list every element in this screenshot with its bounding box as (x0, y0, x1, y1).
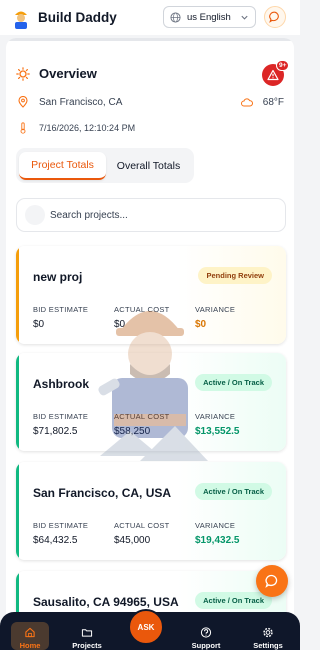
actual-cost: ACTUAL COST $0 (114, 305, 170, 330)
status-accent-bar (16, 462, 19, 560)
variance-label: VARIANCE (195, 521, 236, 530)
bid-estimate-label: BID ESTIMATE (33, 412, 89, 421)
variance-value: $19,432.5 (195, 535, 240, 546)
variance: VARIANCE $13,552.5 (195, 412, 240, 437)
status-accent-bar (16, 353, 19, 451)
overview-header: Overview (16, 66, 97, 81)
search-input[interactable] (50, 209, 285, 221)
project-card[interactable]: San Francisco, CA, USA Active / On Track… (16, 462, 286, 560)
variance-value: $13,552.5 (195, 426, 240, 437)
totals-tabs: Project Totals Overall Totals (16, 148, 194, 183)
actual-cost-value: $58,250 (114, 426, 151, 437)
globe-icon (170, 11, 181, 23)
cloud-icon (240, 97, 253, 106)
status-badge: Pending Review (198, 267, 272, 284)
warning-icon (267, 69, 279, 81)
nav-support-label: Support (191, 641, 221, 650)
bid-estimate: BID ESTIMATE $71,802.5 (33, 412, 88, 437)
nav-support[interactable]: Support (186, 612, 226, 650)
bid-estimate-label: BID ESTIMATE (33, 521, 89, 530)
project-name: new proj (33, 270, 83, 284)
nav-settings[interactable]: Settings (248, 612, 288, 650)
actual-cost-label: ACTUAL COST (114, 305, 170, 314)
main-panel: Overview 9+ San Francisco, CA 68°F 7/16/… (6, 38, 294, 650)
project-name: Ashbrook (33, 377, 90, 391)
overview-title: Overview (39, 66, 97, 81)
folder-icon (81, 629, 93, 637)
floating-chat-button[interactable] (256, 565, 288, 597)
nav-home[interactable]: Home (10, 612, 50, 650)
ask-button[interactable]: ASK (128, 609, 164, 645)
home-icon (25, 627, 35, 638)
gear-icon (263, 627, 273, 638)
actual-cost: ACTUAL COST $58,250 (114, 412, 170, 437)
project-name: Sausalito, CA 94965, USA (33, 595, 179, 609)
thermometer-icon (20, 122, 26, 134)
bid-estimate-label: BID ESTIMATE (33, 305, 89, 314)
bid-estimate: BID ESTIMATE $0 (33, 305, 88, 330)
actual-cost-value: $0 (114, 319, 126, 330)
datetime-row: 7/16/2026, 12:10:24 PM (20, 122, 135, 134)
bid-estimate-value: $0 (33, 319, 45, 330)
variance-label: VARIANCE (195, 412, 236, 421)
project-card[interactable]: Ashbrook Active / On Track BID ESTIMATE … (16, 353, 286, 451)
bid-estimate: BID ESTIMATE $64,432.5 (33, 521, 88, 546)
chevron-down-icon (241, 15, 248, 20)
variance: VARIANCE $19,432.5 (195, 521, 240, 546)
location-row: San Francisco, CA 68°F (18, 96, 284, 108)
variance: VARIANCE $0 (195, 305, 235, 330)
temperature: 68°F (262, 96, 284, 108)
search-icon (25, 205, 45, 225)
status-badge: Active / On Track (195, 592, 272, 609)
status-badge: Active / On Track (195, 374, 272, 391)
language-select[interactable]: us English (163, 6, 256, 28)
alert-count-badge: 9+ (276, 60, 290, 71)
project-card[interactable]: new proj Pending Review BID ESTIMATE $0 … (16, 246, 286, 344)
bid-estimate-value: $64,432.5 (33, 535, 78, 546)
status-badge: Active / On Track (195, 483, 272, 500)
bid-estimate-value: $71,802.5 (33, 426, 78, 437)
nav-home-label: Home (19, 641, 41, 650)
tab-overall-totals[interactable]: Overall Totals (106, 152, 191, 180)
variance-value: $0 (195, 319, 207, 330)
sun-icon (16, 66, 30, 81)
chat-bubble-icon (265, 574, 278, 588)
project-name: San Francisco, CA, USA (33, 486, 172, 500)
location-text: San Francisco, CA (39, 96, 123, 108)
tab-project-totals[interactable]: Project Totals (19, 151, 106, 180)
nav-settings-label: Settings (253, 641, 283, 650)
chat-button[interactable] (264, 6, 286, 28)
variance-label: VARIANCE (195, 305, 236, 314)
nav-projects-label: Projects (72, 641, 102, 650)
app-title: Build Daddy (38, 10, 117, 25)
actual-cost-label: ACTUAL COST (114, 521, 170, 530)
map-pin-icon (18, 96, 28, 108)
language-value: us English (187, 11, 231, 23)
actual-cost-value: $45,000 (114, 535, 151, 546)
status-accent-bar (16, 246, 19, 344)
nav-projects[interactable]: Projects (67, 612, 107, 650)
weather: 68°F (240, 96, 284, 108)
actual-cost-label: ACTUAL COST (114, 412, 170, 421)
chat-bubble-icon (269, 11, 279, 23)
datetime-text: 7/16/2026, 12:10:24 PM (39, 123, 136, 133)
builder-logo-icon (10, 7, 32, 29)
actual-cost: ACTUAL COST $45,000 (114, 521, 170, 546)
search-bar[interactable] (16, 198, 286, 232)
help-circle-icon (200, 627, 212, 638)
